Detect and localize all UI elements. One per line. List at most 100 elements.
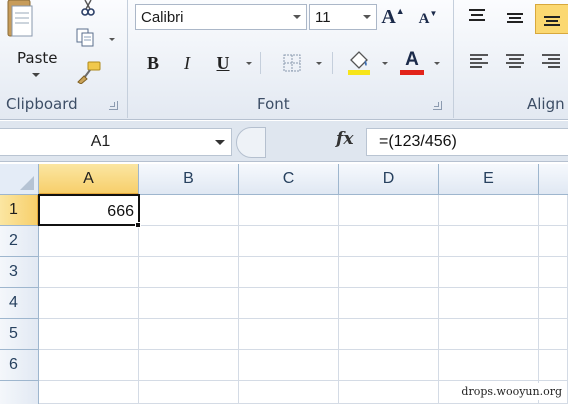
cell-d7[interactable] xyxy=(339,381,439,404)
cell-c3[interactable] xyxy=(239,257,339,288)
italic-button[interactable]: I xyxy=(174,50,200,76)
row-header-6[interactable]: 6 xyxy=(0,350,39,381)
name-box-chevron-down-icon[interactable] xyxy=(215,140,225,145)
clipboard-dialog-launcher-icon[interactable] xyxy=(109,101,118,110)
align-left-icon[interactable] xyxy=(465,50,493,74)
cell-b2[interactable] xyxy=(139,226,239,257)
cell-e6[interactable] xyxy=(439,350,539,381)
column-header-f[interactable] xyxy=(539,164,568,195)
fill-handle[interactable] xyxy=(135,222,141,228)
cell-a4[interactable] xyxy=(39,288,139,319)
group-divider xyxy=(453,0,454,118)
cell-c5[interactable] xyxy=(239,319,339,350)
cell-e1[interactable] xyxy=(439,195,539,226)
format-painter-icon[interactable] xyxy=(76,60,102,84)
align-top-icon[interactable] xyxy=(463,4,491,28)
cell-a2[interactable] xyxy=(39,226,139,257)
font-size-value: 11 xyxy=(315,8,331,26)
cell-f2[interactable] xyxy=(539,226,568,257)
align-bottom-icon[interactable] xyxy=(535,4,568,34)
cell-b4[interactable] xyxy=(139,288,239,319)
insert-function-button[interactable]: fx xyxy=(336,129,353,149)
name-box[interactable]: A1 xyxy=(0,128,232,156)
copy-dropdown-arrow[interactable] xyxy=(109,38,115,41)
font-color-button[interactable]: A xyxy=(398,48,426,76)
cell-d4[interactable] xyxy=(339,288,439,319)
column-header-d[interactable]: D xyxy=(339,164,439,195)
borders-dropdown-arrow[interactable] xyxy=(316,62,322,65)
fill-color-icon[interactable] xyxy=(345,48,373,76)
font-name-combo[interactable]: Calibri xyxy=(135,4,307,30)
bold-button[interactable]: B xyxy=(140,50,166,76)
font-size-combo[interactable]: 11 xyxy=(309,4,377,30)
formula-bar-splitter-handle[interactable] xyxy=(236,127,266,158)
grow-font-glyph: A xyxy=(381,5,396,28)
align-right-icon[interactable] xyxy=(537,50,565,74)
cell-c6[interactable] xyxy=(239,350,339,381)
cell-d5[interactable] xyxy=(339,319,439,350)
cell-d6[interactable] xyxy=(339,350,439,381)
font-group-label: Font xyxy=(257,95,290,113)
paste-icon[interactable] xyxy=(2,0,38,40)
cell-b6[interactable] xyxy=(139,350,239,381)
cell-f1[interactable] xyxy=(539,195,568,226)
active-cell-border xyxy=(38,194,140,226)
select-all-button[interactable] xyxy=(0,164,39,195)
cell-b3[interactable] xyxy=(139,257,239,288)
increase-icon: ▲ xyxy=(395,6,405,16)
decrease-icon: ▼ xyxy=(429,8,438,18)
cut-icon[interactable] xyxy=(78,0,98,18)
chevron-down-icon[interactable] xyxy=(293,15,301,19)
chevron-down-icon[interactable] xyxy=(363,15,371,19)
cell-c2[interactable] xyxy=(239,226,339,257)
cell-b5[interactable] xyxy=(139,319,239,350)
row-header-4[interactable]: 4 xyxy=(0,288,39,319)
cell-e3[interactable] xyxy=(439,257,539,288)
worksheet-grid: A B C D E 1 2 3 4 5 6 666 xyxy=(0,164,568,404)
align-middle-icon[interactable] xyxy=(501,6,529,30)
borders-icon[interactable] xyxy=(280,52,304,74)
column-header-e[interactable]: E xyxy=(439,164,539,195)
font-color-dropdown-arrow[interactable] xyxy=(434,62,440,65)
column-header-c[interactable]: C xyxy=(239,164,339,195)
ribbon: Paste Clipboard Calibri 11 A ▲ A ▼ B I U… xyxy=(0,0,568,120)
cell-e4[interactable] xyxy=(439,288,539,319)
fill-color-dropdown-arrow[interactable] xyxy=(382,62,388,65)
align-center-icon[interactable] xyxy=(501,50,529,74)
cell-f4[interactable] xyxy=(539,288,568,319)
cell-d2[interactable] xyxy=(339,226,439,257)
shrink-font-button[interactable]: A ▼ xyxy=(416,6,440,32)
cell-a5[interactable] xyxy=(39,319,139,350)
divider xyxy=(260,52,261,74)
cell-e2[interactable] xyxy=(439,226,539,257)
row-header-2[interactable]: 2 xyxy=(0,226,39,257)
cell-d1[interactable] xyxy=(339,195,439,226)
font-dialog-launcher-icon[interactable] xyxy=(433,101,442,110)
formula-input[interactable]: =(123/456) xyxy=(366,128,568,156)
cell-f3[interactable] xyxy=(539,257,568,288)
copy-icon[interactable] xyxy=(76,28,98,48)
cell-c1[interactable] xyxy=(239,195,339,226)
column-header-a[interactable]: A xyxy=(39,164,139,195)
cell-e5[interactable] xyxy=(439,319,539,350)
cell-c7[interactable] xyxy=(239,381,339,404)
cell-b7[interactable] xyxy=(139,381,239,404)
cell-f5[interactable] xyxy=(539,319,568,350)
paste-dropdown-arrow[interactable] xyxy=(32,73,40,77)
paste-button[interactable]: Paste xyxy=(17,49,58,67)
cell-a7[interactable] xyxy=(39,381,139,404)
cell-a6[interactable] xyxy=(39,350,139,381)
cell-c4[interactable] xyxy=(239,288,339,319)
underline-dropdown-arrow[interactable] xyxy=(246,62,252,65)
cell-f6[interactable] xyxy=(539,350,568,381)
row-header-1[interactable]: 1 xyxy=(0,195,39,226)
column-header-b[interactable]: B xyxy=(139,164,239,195)
row-header-3[interactable]: 3 xyxy=(0,257,39,288)
cell-b1[interactable] xyxy=(139,195,239,226)
row-header-5[interactable]: 5 xyxy=(0,319,39,350)
row-header-7[interactable] xyxy=(0,381,39,404)
underline-button[interactable]: U xyxy=(210,50,236,76)
cell-d3[interactable] xyxy=(339,257,439,288)
cell-a3[interactable] xyxy=(39,257,139,288)
grow-font-button[interactable]: A ▲ xyxy=(381,4,405,30)
